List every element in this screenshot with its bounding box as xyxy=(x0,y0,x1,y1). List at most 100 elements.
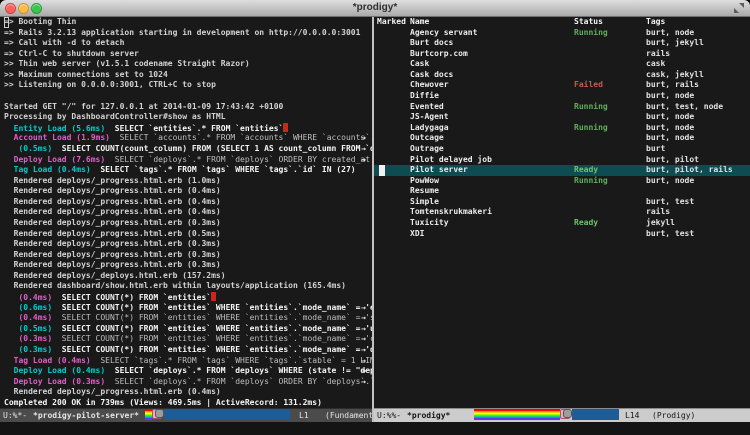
log-line: => Booting Thin xyxy=(0,17,372,28)
service-row[interactable]: TuxicityReadyjekyll xyxy=(374,218,750,229)
fullscreen-icon[interactable] xyxy=(734,3,744,13)
service-row[interactable]: Outrageburt xyxy=(374,144,750,155)
service-name: Tomtenskrukmakeri xyxy=(410,207,573,218)
sql-timing-label: Tag Load (0.4ms) xyxy=(4,356,91,365)
status-badge xyxy=(574,49,645,60)
service-row[interactable]: Resume xyxy=(374,186,750,197)
service-row[interactable]: Caskcask xyxy=(374,59,750,70)
status-badge xyxy=(574,38,645,49)
marked-cell xyxy=(377,70,409,81)
truncation-arrow-icon: → xyxy=(361,324,366,335)
log-line: Rendered deploys/_progress.html.erb (0.4… xyxy=(0,197,372,208)
emacs-window: *prodigy* => Booting Thin=> Rails 3.2.13… xyxy=(0,0,750,435)
marked-cell xyxy=(377,165,409,176)
header-status: Status xyxy=(574,17,645,28)
sql-timing-label: Deploy Load (7.6ms) xyxy=(4,155,105,164)
log-line: Rendered deploys/_progress.html.erb (0.4… xyxy=(0,207,372,218)
marked-cell xyxy=(377,133,409,144)
service-row[interactable]: Tomtenskrukmakerirails xyxy=(374,207,750,218)
log-line: Processing by DashboardController#show a… xyxy=(0,112,372,123)
service-tags: rails xyxy=(646,49,748,60)
status-badge: Running xyxy=(574,102,645,113)
service-row[interactable]: Cask docscask, jekyll xyxy=(374,70,750,81)
marked-cell xyxy=(377,80,409,91)
service-tags: burt, test xyxy=(646,229,748,240)
point-cursor xyxy=(379,165,385,176)
status-badge: Running xyxy=(574,28,645,39)
marked-cell xyxy=(377,91,409,102)
service-row[interactable]: Agency servantRunningburt, node xyxy=(374,28,750,39)
service-row[interactable]: Pilot serverReadyburt, pilot, rails xyxy=(374,165,750,176)
status-badge xyxy=(574,229,645,240)
service-tags: burt, node xyxy=(646,91,748,102)
service-row[interactable]: LadygagaRunningburt, node xyxy=(374,123,750,134)
service-tags: burt, node xyxy=(646,133,748,144)
status-badge: Ready xyxy=(574,218,645,229)
service-name: Resume xyxy=(410,186,573,197)
window-title: *prodigy* xyxy=(0,2,750,13)
sql-timing-label: (0.3ms) xyxy=(4,345,52,354)
echo-area[interactable] xyxy=(0,422,750,435)
nyan-space-remainder xyxy=(572,409,619,420)
service-tags: cask, jekyll xyxy=(646,70,748,81)
service-tags: burt, pilot, rails xyxy=(646,165,748,176)
buffer-name: *prodigy-pilot-server* xyxy=(33,409,139,423)
service-row[interactable]: XDI burt, test xyxy=(374,229,750,240)
log-line: (0.5ms) SELECT COUNT(*) FROM `entities` … xyxy=(0,324,372,335)
line-number-indicator: L14 xyxy=(625,409,639,423)
marked-cell xyxy=(377,176,409,187)
log-line: Rendered deploys/_progress.html.erb (0.3… xyxy=(0,218,372,229)
log-line: Rendered dashboard/show.html.erb within … xyxy=(0,281,372,292)
service-row[interactable]: Outcageburt, node xyxy=(374,133,750,144)
truncation-arrow-icon: → xyxy=(361,303,366,314)
log-line: => Rails 3.2.13 application starting in … xyxy=(0,28,372,39)
service-row[interactable]: Diffieburt, node xyxy=(374,91,750,102)
truncation-arrow-icon: → xyxy=(361,313,366,324)
log-line: Account Load (1.9ms) SELECT `accounts`.*… xyxy=(0,133,372,144)
trailing-whitespace-block xyxy=(283,123,288,132)
nyan-cat-icon xyxy=(152,409,164,420)
nyan-cat-icon xyxy=(560,409,572,420)
service-row[interactable]: ChewoverFailedburt, rails xyxy=(374,80,750,91)
sql-timing-label: Deploy Load (0.3ms) xyxy=(4,377,105,386)
service-tags: cask xyxy=(646,59,748,70)
list-header: Marked Name Status Tags xyxy=(374,17,750,28)
service-tags: burt, test, node xyxy=(646,102,748,113)
log-line: Rendered deploys/_deploys.html.erb (157.… xyxy=(0,271,372,282)
marked-cell xyxy=(377,112,409,123)
service-name: Burtcorp.com xyxy=(410,49,573,60)
modeline-right: U:%%- *prodigy* L14 (Prodigy) xyxy=(374,408,750,423)
service-name: Chewover xyxy=(410,80,573,91)
service-row[interactable]: Burt docsburt, jekyll xyxy=(374,38,750,49)
log-line: (0.4ms) SELECT COUNT(*) FROM `entities` xyxy=(0,292,372,303)
log-line: => Call with -d to detach xyxy=(0,38,372,49)
status-badge xyxy=(574,91,645,102)
service-tags: jekyll xyxy=(646,218,748,229)
service-row[interactable]: EventedRunningburt, test, node xyxy=(374,102,750,113)
service-row[interactable]: JS-Agentburt, node xyxy=(374,112,750,123)
service-tags: burt, pilot xyxy=(646,155,748,166)
service-name: XDI xyxy=(410,229,573,240)
truncation-arrow-icon: → xyxy=(361,155,366,166)
truncation-arrow-icon: → xyxy=(361,377,366,388)
marked-cell xyxy=(377,155,409,166)
log-line: Deploy Load (0.4ms) SELECT `deploys`.* F… xyxy=(0,366,372,377)
service-name: JS-Agent xyxy=(410,112,573,123)
service-name: Tuxicity xyxy=(410,218,573,229)
status-badge xyxy=(574,207,645,218)
service-row[interactable]: PowWowRunningburt, node xyxy=(374,176,750,187)
window-titlebar[interactable]: *prodigy* xyxy=(0,0,750,17)
service-row[interactable]: Simpleburt, test xyxy=(374,197,750,208)
service-tags: burt, rails xyxy=(646,80,748,91)
service-row[interactable]: Burtcorp.com rails xyxy=(374,49,750,60)
service-row[interactable]: Pilot delayed jobburt, pilot xyxy=(374,155,750,166)
service-name: Agency servant xyxy=(410,28,573,39)
right-pane: Marked Name Status Tags Agency servantRu… xyxy=(374,17,750,408)
sql-timing-label: (0.3ms) xyxy=(4,334,52,343)
major-mode-indicator: (Prodigy) xyxy=(652,409,695,423)
service-list: Agency servantRunningburt, nodeBurt docs… xyxy=(374,28,750,240)
log-line: (0.3ms) SELECT COUNT(*) FROM `entities` … xyxy=(0,334,372,345)
service-tags: burt, node xyxy=(646,28,748,39)
log-line: Tag Load (0.4ms) SELECT `tags`.* FROM `t… xyxy=(0,356,372,367)
log-line: Rendered deploys/_progress.html.erb (0.4… xyxy=(0,186,372,197)
